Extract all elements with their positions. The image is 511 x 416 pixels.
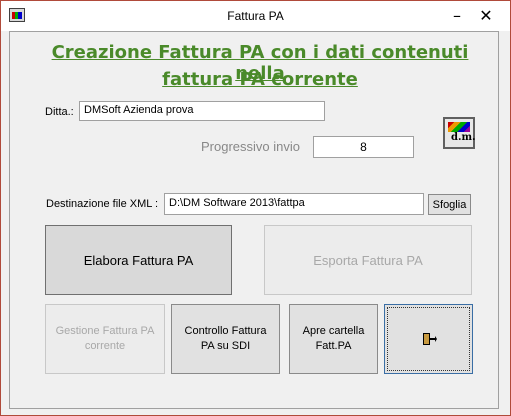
window: Fattura PA – ✕ Creazione Fattura PA con … — [0, 0, 511, 416]
close-button[interactable]: ✕ — [466, 3, 506, 29]
destinazione-label: Destinazione file XML : — [46, 198, 159, 210]
heading-line-2: fattura PA corrente — [162, 69, 358, 90]
apre-label-1: Apre cartella — [302, 325, 365, 337]
dm-logo-button[interactable]: d.m. — [443, 117, 476, 149]
controllo-label-2: PA su SDI — [200, 340, 251, 352]
dm-logo-icon — [448, 122, 470, 132]
apre-cartella-button[interactable]: Apre cartella Fatt.PA — [289, 304, 378, 374]
sfoglia-button[interactable]: Sfoglia — [428, 194, 471, 215]
gestione-label-1: Gestione Fattura PA — [55, 325, 155, 337]
esporta-button[interactable]: Esporta Fattura PA — [264, 225, 472, 295]
ditta-label: Ditta.: — [45, 106, 74, 118]
main-panel: Creazione Fattura PA con i dati contenut… — [9, 31, 499, 409]
gestione-label-2: corrente — [84, 340, 126, 352]
elabora-button[interactable]: Elabora Fattura PA — [45, 225, 232, 295]
destinazione-field[interactable]: D:\DM Software 2013\fattpa — [164, 193, 424, 215]
ditta-field[interactable]: DMSoft Azienda prova — [79, 101, 325, 121]
window-title: Fattura PA — [227, 9, 284, 23]
gestione-button[interactable]: Gestione Fattura PA corrente — [45, 304, 165, 374]
exit-button[interactable] — [384, 304, 473, 374]
client-area: Creazione Fattura PA con i dati contenut… — [1, 31, 510, 415]
controllo-label-1: Controllo Fattura — [184, 325, 267, 337]
progressivo-field[interactable]: 8 — [313, 136, 414, 158]
exit-door-icon — [422, 333, 437, 345]
controllo-button[interactable]: Controllo Fattura PA su SDI — [171, 304, 280, 374]
progressivo-label: Progressivo invio — [201, 139, 300, 154]
title-bar: Fattura PA – ✕ — [1, 1, 510, 31]
apre-label-2: Fatt.PA — [315, 340, 352, 352]
